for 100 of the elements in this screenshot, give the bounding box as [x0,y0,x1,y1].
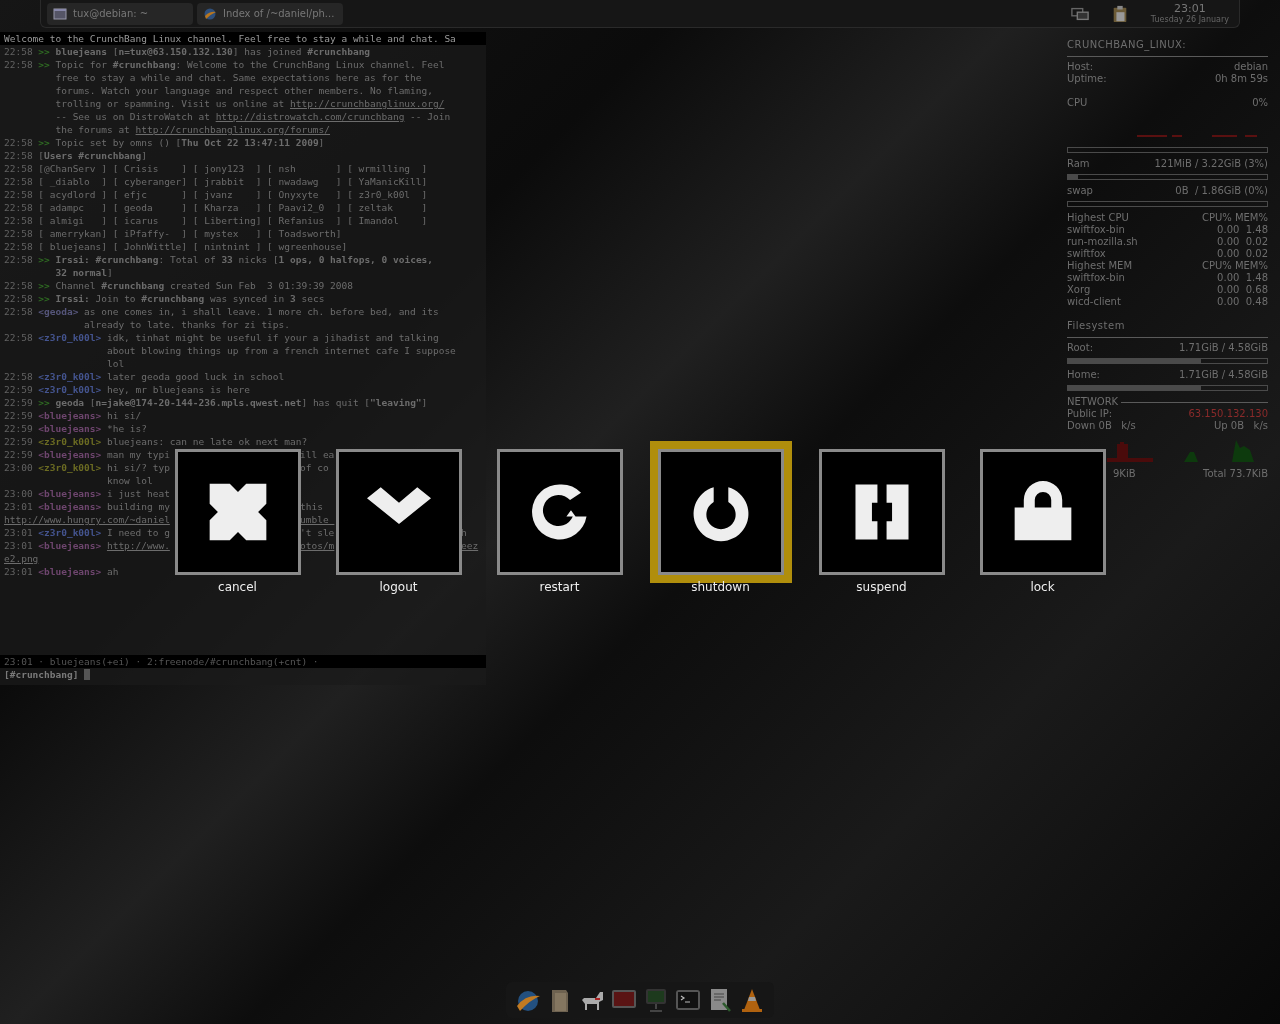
process-values: 0.00 1.48 [1217,224,1268,236]
nick-list-row: [ amerrykan] [ iPfaffy- ] [ mystex ] [ Toadsworth] [38,227,342,240]
link[interactable]: e2.png [4,552,39,565]
taskbar-button[interactable]: Index of /~daniel/ph... [197,2,343,25]
link[interactable]: umble_ [300,513,335,526]
link[interactable]: http://www. [106,539,174,552]
message-text: idk, tinhat might be useful if your a jihadist and talking [106,331,439,344]
message-text: i just heat [106,487,170,500]
column-headers: CPU% MEM% [1201,212,1268,224]
timestamp: 22:59 [4,448,34,461]
timestamp: 22:58 [4,214,34,227]
message-text: of co [300,461,330,474]
nick-list-row: [@ChanServ ] [ Crisis ] [ jony123 ] [ nsh ] [ wrmilling ] [38,162,428,175]
process-name: swiftfox-bin [1067,224,1125,236]
timestamp: 22:58 [4,292,34,305]
section-title: Filesystem [1067,320,1126,332]
nickname: <z3r0_k00l> [38,461,102,475]
timestamp: 22:58 [4,253,34,267]
event-text: Irssi: #crunchbang: Total of 33 nicks [1 ops, 0 halfops, 0 voices, [55,253,434,266]
timestamp: 22:58 [4,58,34,72]
event-text: [Users #crunchbang] [38,149,147,162]
section-title: NETWORK [1067,396,1119,408]
event-marker: >> [38,58,50,72]
link[interactable]: http://crunchbanglinux.org/forums/ [135,123,331,136]
message-text: *he is? [106,422,147,435]
timestamp: 22:59 [4,396,34,409]
message-text: 't sle [300,526,335,539]
process-values: 0.00 0.02 [1217,248,1268,260]
message-text: h [461,526,467,539]
event-marker: >> [38,396,50,409]
process-values: 0.00 0.68 [1217,284,1268,296]
nickname: <z3r0_k00l> [38,383,102,396]
info-value: 0h 8m 59s [1214,73,1268,85]
nickname: <bluejeans> [38,448,102,461]
info-label: Ram [1067,158,1090,170]
process-values: 0.00 0.02 [1217,236,1268,248]
nickname: <bluejeans> [38,422,102,435]
process-name: Xorg [1067,284,1091,296]
timestamp: 22:58 [4,201,34,214]
message-text: already to late. thanks for zi tips. [84,318,290,331]
info-value: 0% [1252,97,1268,109]
message-text: ill ea [300,448,335,461]
nickname: <bluejeans> [38,409,102,422]
link[interactable]: http://crunchbanglinux.org/ [290,97,445,110]
process-values: 0.00 1.48 [1217,272,1268,284]
nick-list-row: [ _diablo ] [ cyberanger] [ jrabbit ] [ nwadawg ] [ YaManicKill] [38,175,428,188]
info-value: 121MiB / 3.22GiB (3%) [1154,158,1268,170]
globe-icon [203,6,217,21]
event-text: -- See us on DistroWatch at [55,110,211,123]
clock-time: 23:01 [1174,3,1206,14]
link[interactable]: otos/m [300,539,335,552]
info-value: 0B / 1.86GiB (0%) [1175,185,1268,197]
timestamp: 22:58 [4,188,34,201]
message-text: lol [106,357,125,370]
event-text: Topic set by omns () [Thu Oct 22 13:47:11 2009] [55,136,325,149]
taskbar-button[interactable]: tux@debian: ~ [47,2,193,25]
timestamp: 23:00 [4,487,34,500]
timestamp: 22:59 [4,383,34,396]
event-marker: >> [38,279,50,292]
nickname: <geoda> [38,305,79,319]
timestamp: 22:58 [4,370,34,383]
download-rate: Down 0B k/s [1067,420,1136,432]
link[interactable]: eez [461,539,479,552]
message-text: man my typi [106,448,171,461]
message-text: I need to g [106,526,171,539]
info-label: Host: [1067,61,1094,73]
nickname: <z3r0_k00l> [38,435,102,448]
timestamp: 22:59 [4,409,34,422]
info-label: Public IP: [1067,408,1113,420]
nickname: <z3r0_k00l> [38,526,102,539]
message-text: this [300,500,324,513]
nickname: <bluejeans> [38,487,102,500]
event-text: Topic for #crunchbang: Welcome to the CrunchBang Linux channel. Feel [55,58,445,71]
nick-list-row: [ almigi ] [ icarus ] [ Liberting] [ Refanius ] [ Imandol ] [38,214,428,227]
link[interactable]: http://distrowatch.com/crunchbang [215,110,405,123]
message-text: building my [106,500,171,513]
timestamp: 23:01 [4,526,34,539]
process-name: swiftfox-bin [1067,272,1125,284]
timestamp: 22:58 [4,149,34,162]
nickname: <bluejeans> [38,565,102,578]
status-bar: 23:01 · bluejeans(+ei) · 2:freenode/#crunchbang(+cnt) · [0,655,486,668]
timestamp: 23:01 [4,539,34,552]
clock-date: Tuesday 26 January [1150,16,1229,24]
message-text: about blowing things up from a french internet cafe I suppose [106,344,456,357]
event-text: bluejeans [n=tux@63.150.132.130] has joined #crunchbang [55,45,371,58]
event-marker: >> [38,136,50,149]
timestamp: 22:58 [4,175,34,188]
process-name: swiftfox [1067,248,1106,260]
nickname: <bluejeans> [38,539,102,552]
timestamp: 23:01 [4,500,34,513]
message-text: hi si/ [106,409,142,422]
info-label: CPU [1067,97,1088,109]
section-title: CRUNCHBANG_LINUX: [1067,39,1188,51]
info-label: Uptime: [1067,73,1107,85]
link[interactable]: http://www.hungry.com/~daniel [4,513,174,526]
nickname: <z3r0_k00l> [38,331,102,345]
message-text: ah [106,565,119,578]
event-text: -- Join [409,110,451,123]
timestamp: 22:58 [4,305,34,319]
timestamp: 22:58 [4,136,34,149]
